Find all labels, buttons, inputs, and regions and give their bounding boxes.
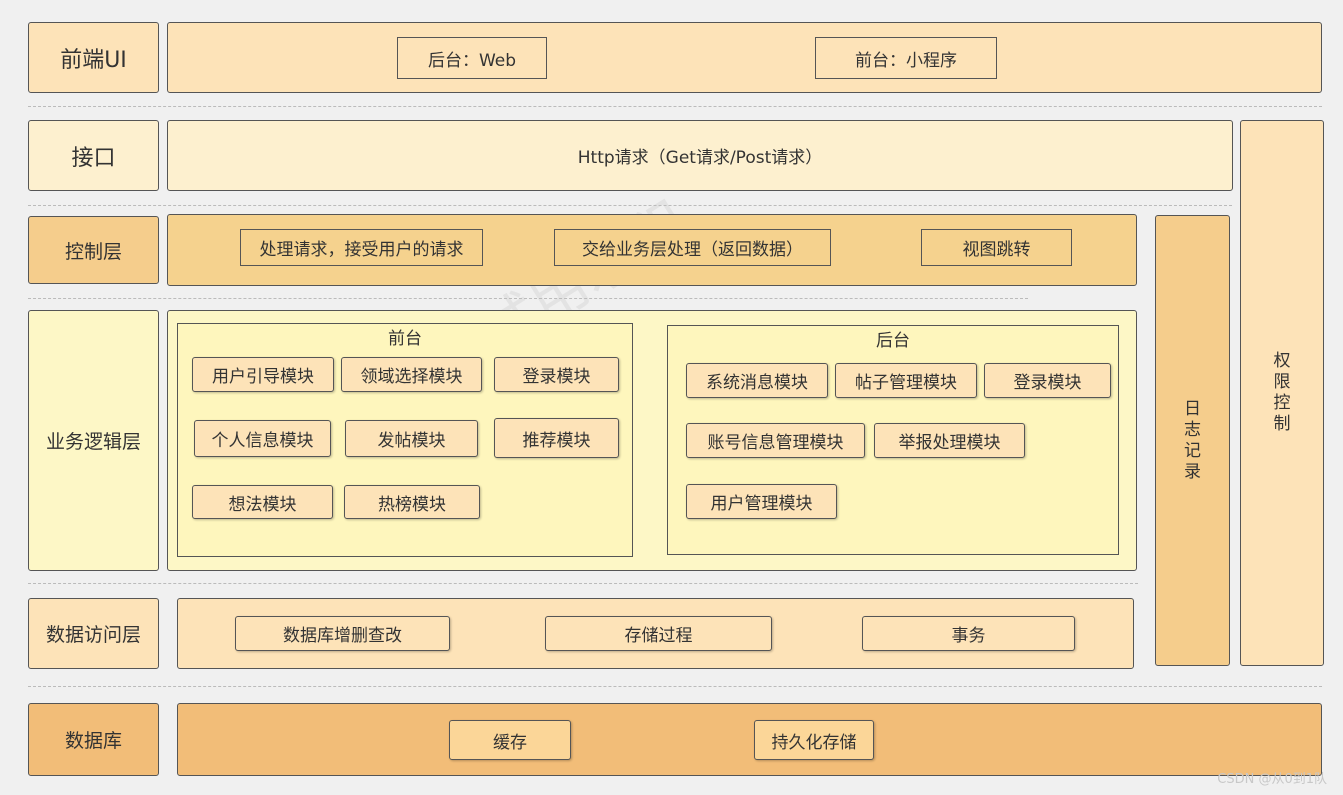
back-module-system-message: 系统消息模块: [686, 363, 828, 398]
data-access-stored-procedure-item: 存储过程: [545, 616, 772, 651]
database-layer-bar: [177, 703, 1322, 776]
front-module-post: 发帖模块: [345, 420, 478, 457]
back-module-login: 登录模块: [984, 363, 1111, 398]
control-view-redirect-item: 视图跳转: [921, 229, 1072, 266]
database-persistent-storage-item: 持久化存储: [754, 720, 874, 760]
front-module-profile: 个人信息模块: [194, 420, 331, 457]
interface-layer-bar: Http请求（Get请求/Post请求）: [167, 120, 1233, 191]
front-module-recommend: 推荐模块: [494, 418, 619, 458]
layer-divider: [28, 686, 1322, 687]
auth-char: 制: [1273, 414, 1291, 434]
layer-divider: [28, 298, 1028, 299]
frontend-layer-title: 前端UI: [60, 47, 127, 73]
log-char: 记: [1184, 440, 1201, 461]
control-layer-title: 控制层: [64, 240, 122, 263]
front-module-ideas: 想法模块: [192, 485, 333, 519]
business-layer-title: 业务逻辑层: [45, 431, 141, 453]
data-access-layer-title: 数据访问层: [45, 624, 141, 646]
data-access-crud-item: 数据库增删查改: [235, 616, 450, 651]
log-char: 录: [1184, 461, 1201, 482]
back-module-user-management: 用户管理模块: [686, 484, 837, 519]
interface-layer-label: 接口: [28, 120, 159, 191]
source-credit: CSDN @从0到1队: [1217, 772, 1327, 787]
business-layer-label: 业务逻辑层: [28, 310, 159, 571]
auth-char: 控: [1273, 393, 1291, 413]
database-layer-title: 数据库: [64, 730, 122, 752]
log-recording-column: 日 志 记 录: [1155, 215, 1230, 666]
layer-divider: [28, 106, 1322, 107]
front-module-hot-list: 热榜模块: [344, 485, 480, 519]
layer-divider: [28, 205, 1232, 206]
business-back-title: 后台: [876, 330, 910, 351]
data-access-transaction-item: 事务: [862, 616, 1075, 651]
database-cache-item: 缓存: [449, 720, 571, 760]
frontend-miniprogram-item: 前台：小程序: [815, 37, 997, 79]
control-layer-label: 控制层: [28, 216, 159, 284]
log-char: 日: [1184, 398, 1201, 419]
back-module-account-management: 账号信息管理模块: [686, 423, 865, 458]
back-module-post-management: 帖子管理模块: [835, 363, 977, 398]
layer-divider: [28, 583, 1138, 584]
data-access-layer-label: 数据访问层: [28, 598, 159, 669]
frontend-web-item: 后台：Web: [397, 37, 547, 79]
control-delegate-business-item: 交给业务层处理（返回数据）: [554, 229, 831, 266]
frontend-layer-label: 前端UI: [28, 22, 159, 93]
interface-layer-title: 接口: [71, 145, 116, 171]
interface-http-text: Http请求（Get请求/Post请求）: [577, 148, 823, 168]
auth-char: 限: [1273, 372, 1291, 392]
database-layer-label: 数据库: [28, 703, 159, 776]
front-module-domain-select: 领域选择模块: [341, 357, 482, 392]
business-front-title: 前台: [388, 328, 422, 349]
auth-control-column: 权 限 控 制: [1240, 120, 1324, 666]
front-module-user-guide: 用户引导模块: [192, 357, 334, 392]
front-module-login: 登录模块: [494, 357, 619, 392]
back-module-report-handling: 举报处理模块: [874, 423, 1025, 458]
log-char: 志: [1184, 419, 1201, 440]
auth-char: 权: [1273, 351, 1291, 371]
frontend-layer-bar: [167, 22, 1322, 93]
control-handle-request-item: 处理请求，接受用户的请求: [240, 229, 483, 266]
